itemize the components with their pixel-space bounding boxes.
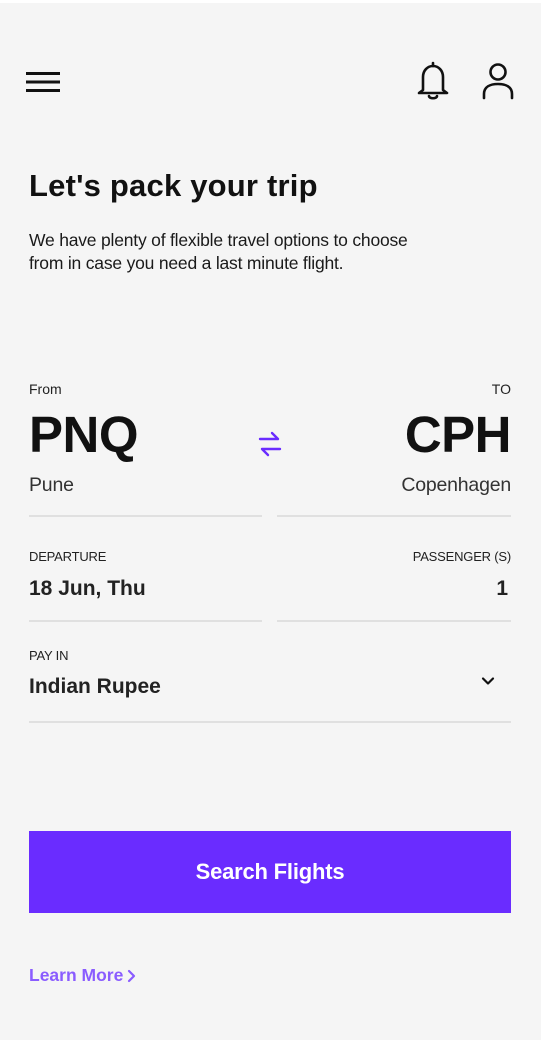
departure-label: DEPARTURE: [29, 549, 107, 564]
from-divider: [29, 515, 262, 517]
notifications-button[interactable]: [413, 59, 453, 103]
chevron-right-icon: [127, 969, 136, 983]
departure-divider: [29, 620, 262, 622]
chevron-down-icon: [481, 677, 495, 685]
user-icon: [482, 63, 514, 100]
profile-button[interactable]: [478, 59, 518, 103]
from-label: From: [29, 381, 62, 397]
search-flights-button[interactable]: Search Flights: [29, 831, 511, 913]
menu-button[interactable]: [26, 65, 66, 99]
departure-date-value: 18 Jun, Thu: [29, 577, 146, 600]
passenger-count-field[interactable]: PASSENGER (S) 1: [277, 549, 511, 609]
to-label: TO: [491, 381, 511, 397]
to-city-name: Copenhagen: [401, 474, 511, 496]
departure-date-field[interactable]: DEPARTURE 18 Jun, Thu: [29, 549, 262, 609]
currency-select[interactable]: PAY IN Indian Rupee: [29, 648, 511, 712]
to-airport-field[interactable]: TO CPH Copenhagen: [277, 381, 511, 503]
learn-more-link[interactable]: Learn More: [29, 965, 136, 986]
bell-icon: [417, 61, 449, 100]
passenger-label: PASSENGER (S): [412, 549, 511, 564]
page-title: Let's pack your trip: [29, 168, 318, 203]
from-airport-field[interactable]: From PNQ Pune: [29, 381, 262, 503]
from-city-name: Pune: [29, 474, 74, 496]
to-airport-code: CPH: [404, 406, 512, 463]
learn-more-label: Learn More: [29, 965, 124, 985]
passenger-divider: [277, 620, 511, 622]
currency-divider: [29, 721, 511, 723]
hamburger-menu-icon: [26, 72, 60, 92]
passenger-count-value: 1: [496, 577, 508, 600]
currency-dropdown-toggle[interactable]: [474, 667, 502, 695]
from-airport-code: PNQ: [29, 406, 139, 463]
app-screen: Let's pack your trip We have plenty of f…: [0, 3, 541, 1040]
page-subtitle: We have plenty of flexible travel option…: [29, 230, 408, 273]
currency-label: PAY IN: [29, 648, 69, 663]
currency-value: Indian Rupee: [29, 675, 161, 698]
to-divider: [277, 515, 511, 517]
